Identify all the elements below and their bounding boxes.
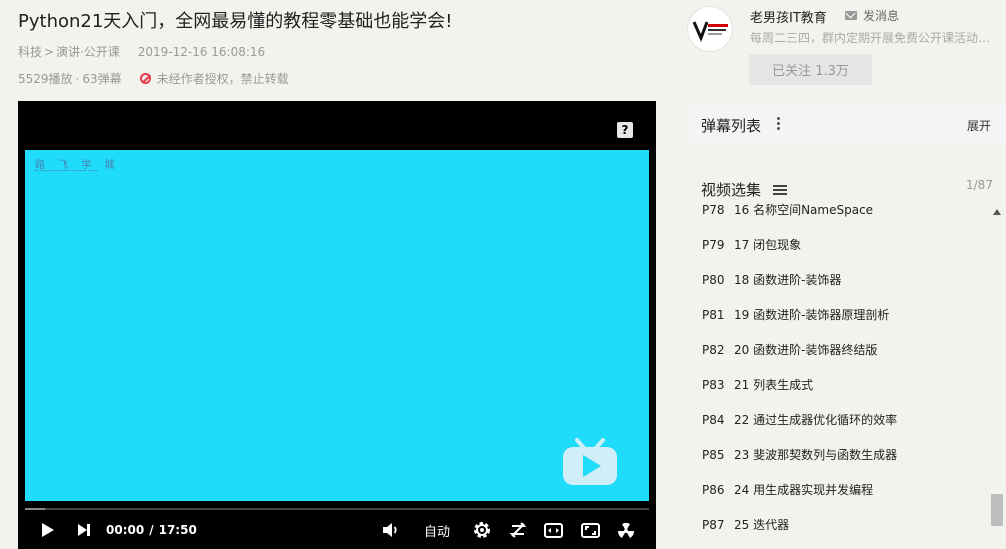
- next-icon: [78, 524, 90, 536]
- widescreen-button[interactable]: [542, 517, 564, 543]
- uploader-description: 每周二三四，群内定期开展免费公开课活动，加群请联系: [750, 31, 1002, 45]
- episode-name: 24 用生成器实现并发编程: [734, 483, 874, 497]
- widescreen-icon: [543, 522, 563, 538]
- send-message-label: 发消息: [863, 9, 900, 23]
- episode-name: 20 函数进阶-装饰器终结版: [734, 343, 878, 357]
- uploader-name[interactable]: 老男孩IT教育: [750, 7, 827, 26]
- episode-name: 25 迭代器: [734, 518, 790, 532]
- video-screen[interactable]: 路 飞 学 城: [25, 150, 649, 501]
- video-title: Python21天入门，全网最易懂的教程零基础也能学会!: [18, 11, 453, 32]
- episode-name: 17 闭包现象: [734, 238, 802, 252]
- settings-button[interactable]: [471, 517, 493, 543]
- danmaku-off-icon: [509, 522, 527, 538]
- oldboy-logo-icon: [692, 21, 728, 42]
- video-player[interactable]: ? 路 飞 学 城 00:00 / 17:50 自动: [18, 101, 656, 549]
- episode-number: P87: [702, 518, 725, 532]
- episode-title-text: 视频选集: [701, 181, 762, 199]
- episode-name: 16 名称空间NameSpace: [734, 203, 874, 217]
- list-item[interactable]: P79 17 闭包现象: [702, 235, 801, 255]
- episode-name: 22 通过生成器优化循环的效率: [734, 413, 898, 427]
- category-link[interactable]: 科技: [18, 45, 42, 59]
- episode-number: P79: [702, 238, 725, 252]
- volume-button[interactable]: [380, 517, 402, 543]
- play-button[interactable]: [38, 517, 58, 543]
- scroll-up-icon[interactable]: [993, 209, 1001, 215]
- episode-name: 19 函数进阶-装饰器原理剖析: [734, 308, 890, 322]
- danmaku-list-title: 弹幕列表: [701, 117, 762, 135]
- breadcrumb-separator: >: [44, 45, 55, 59]
- episode-number: P86: [702, 483, 725, 497]
- volume-icon: [383, 523, 397, 537]
- send-message-button[interactable]: 发消息: [845, 7, 899, 24]
- episode-section-title: 视频选集: [701, 179, 788, 200]
- video-meta: 科技 > 演讲·公开课 2019-12-16 16:08:16: [18, 43, 265, 60]
- list-item[interactable]: P80 18 函数进阶-装饰器: [702, 270, 841, 290]
- episode-count: 1/87: [966, 178, 993, 192]
- list-item[interactable]: P84 22 通过生成器优化循环的效率: [702, 410, 897, 430]
- scroll-thumb[interactable]: [991, 494, 1003, 526]
- list-icon[interactable]: [773, 184, 788, 195]
- list-item[interactable]: P78 16 名称空间NameSpace: [702, 200, 873, 220]
- list-item[interactable]: P85 23 斐波那契数列与函数生成器: [702, 445, 897, 465]
- watermark: 路 飞 学 城: [35, 160, 120, 171]
- gear-icon: [474, 522, 490, 538]
- webfullscreen-button[interactable]: [579, 517, 601, 543]
- play-count: 5529播放: [18, 72, 73, 86]
- help-icon[interactable]: ?: [617, 122, 633, 138]
- play-icon: [42, 523, 54, 537]
- copyright-notice: 未经作者授权，禁止转载: [139, 70, 289, 87]
- ban-icon: [139, 73, 151, 84]
- episode-name: 23 斐波那契数列与函数生成器: [734, 448, 898, 462]
- current-time: 00:00: [106, 523, 145, 537]
- fullscreen-icon: [617, 522, 635, 538]
- more-icon[interactable]: [777, 115, 781, 131]
- episode-list: P78 16 名称空间NameSpace P79 17 闭包现象 P80 18 函数进…: [686, 200, 986, 549]
- episode-name: 21 列表生成式: [734, 378, 814, 392]
- progress-buffered: [25, 508, 45, 510]
- expand-button[interactable]: 展开: [967, 117, 991, 134]
- episode-scrollbar[interactable]: [990, 207, 1004, 549]
- duration: 17:50: [158, 523, 197, 537]
- episode-name: 18 函数进阶-装饰器: [734, 273, 842, 287]
- copyright-text: 未经作者授权，禁止转载: [156, 72, 289, 86]
- list-item[interactable]: P82 20 函数进阶-装饰器终结版: [702, 340, 877, 360]
- list-item[interactable]: P83 21 列表生成式: [702, 375, 813, 395]
- episode-number: P85: [702, 448, 725, 462]
- episode-number: P83: [702, 378, 725, 392]
- time-separator: /: [149, 523, 154, 537]
- stats-separator: ·: [75, 71, 80, 86]
- episode-number: P82: [702, 343, 725, 357]
- watermark-underline: [35, 170, 97, 173]
- episode-number: P80: [702, 273, 725, 287]
- fullscreen-button[interactable]: [615, 517, 637, 543]
- tv-icon: [563, 438, 617, 485]
- list-item[interactable]: P87 25 迭代器: [702, 515, 789, 535]
- list-item[interactable]: P81 19 函数进阶-装饰器原理剖析: [702, 305, 889, 325]
- list-item[interactable]: P86 24 用生成器实现并发编程: [702, 480, 873, 500]
- danmaku-count: 63弹幕: [82, 72, 122, 86]
- quality-button[interactable]: 自动: [421, 517, 453, 543]
- episode-number: P81: [702, 308, 725, 322]
- time-display: 00:00 / 17:50: [106, 517, 197, 543]
- video-stats: 5529播放 · 63弹幕 未经作者授权，禁止转载: [18, 70, 289, 87]
- progress-bar[interactable]: [25, 508, 649, 510]
- publish-date: 2019-12-16 16:08:16: [137, 45, 266, 59]
- next-button[interactable]: [74, 517, 94, 543]
- episode-number: P78: [702, 203, 725, 217]
- danmaku-list-panel: 弹幕列表 展开: [686, 101, 1006, 147]
- avatar[interactable]: [687, 6, 733, 52]
- follow-button[interactable]: 已关注 1.3万: [749, 54, 872, 85]
- subcategory-link[interactable]: 演讲·公开课: [56, 45, 120, 59]
- web-fullscreen-icon: [580, 522, 600, 538]
- danmaku-toggle-button[interactable]: [507, 517, 529, 543]
- mail-icon: [845, 11, 857, 20]
- episode-number: P84: [702, 413, 725, 427]
